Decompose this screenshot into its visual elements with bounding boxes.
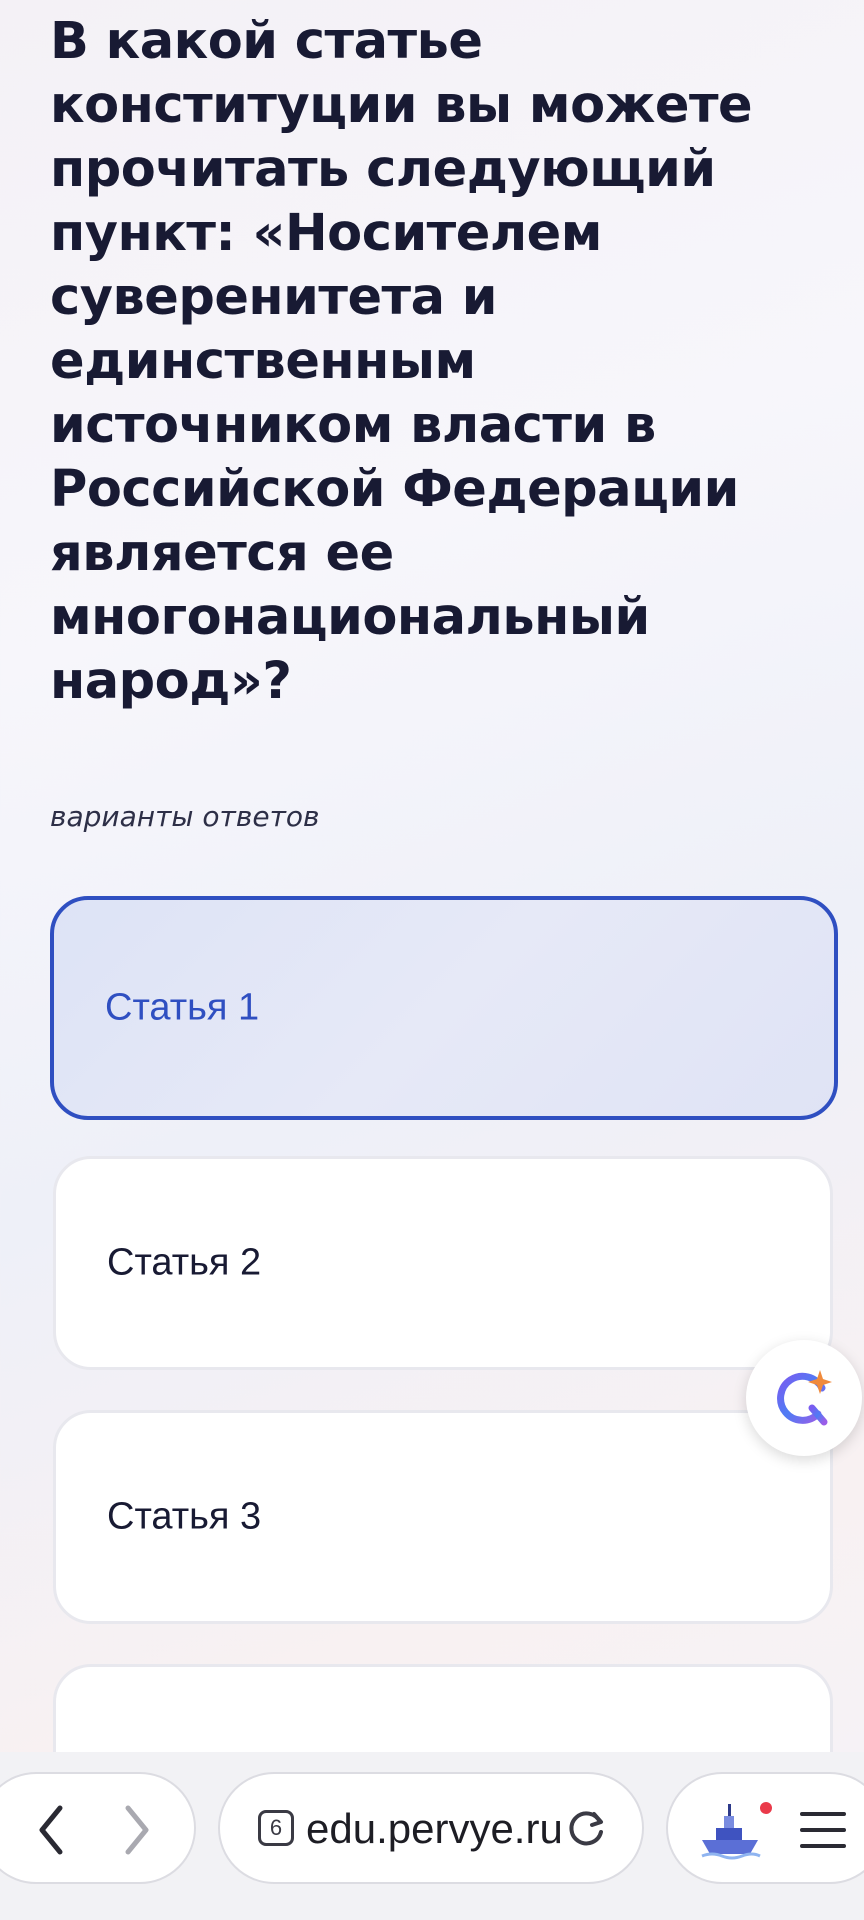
answers-label: варианты ответов (50, 800, 320, 833)
url-text[interactable]: edu.pervye.ru (306, 1803, 566, 1855)
answer-option-label: Статья 3 (107, 1495, 262, 1538)
ai-assistant-icon (777, 1370, 832, 1426)
browser-toolbar: 6 edu.pervye.ru (0, 1752, 864, 1920)
answer-option-2[interactable]: Статья 2 (53, 1156, 833, 1370)
notification-dot (760, 1802, 772, 1814)
answer-option-1[interactable]: Статья 1 (50, 896, 838, 1120)
navigation-pill (0, 1772, 196, 1884)
address-bar[interactable]: 6 edu.pervye.ru (218, 1772, 644, 1884)
reload-icon[interactable] (564, 1806, 608, 1850)
menu-icon[interactable] (798, 1808, 848, 1852)
back-button[interactable] (22, 1800, 82, 1860)
tabs-icon[interactable]: 6 (258, 1810, 294, 1846)
answer-option-label: Статья 1 (105, 986, 260, 1029)
answer-option-4[interactable] (53, 1664, 833, 1752)
menu-pill (666, 1772, 864, 1884)
ship-icon[interactable] (698, 1800, 762, 1860)
answer-option-3[interactable]: Статья 3 (53, 1410, 833, 1624)
question-text: В какой статье конституции вы можете про… (50, 12, 753, 711)
forward-icon (125, 1805, 149, 1855)
forward-button[interactable] (106, 1800, 166, 1860)
quiz-page: В какой статье конституции вы можете про… (0, 0, 864, 1752)
back-icon (39, 1805, 63, 1855)
answer-option-label: Статья 2 (107, 1241, 262, 1284)
ai-assistant-button[interactable] (746, 1340, 862, 1456)
